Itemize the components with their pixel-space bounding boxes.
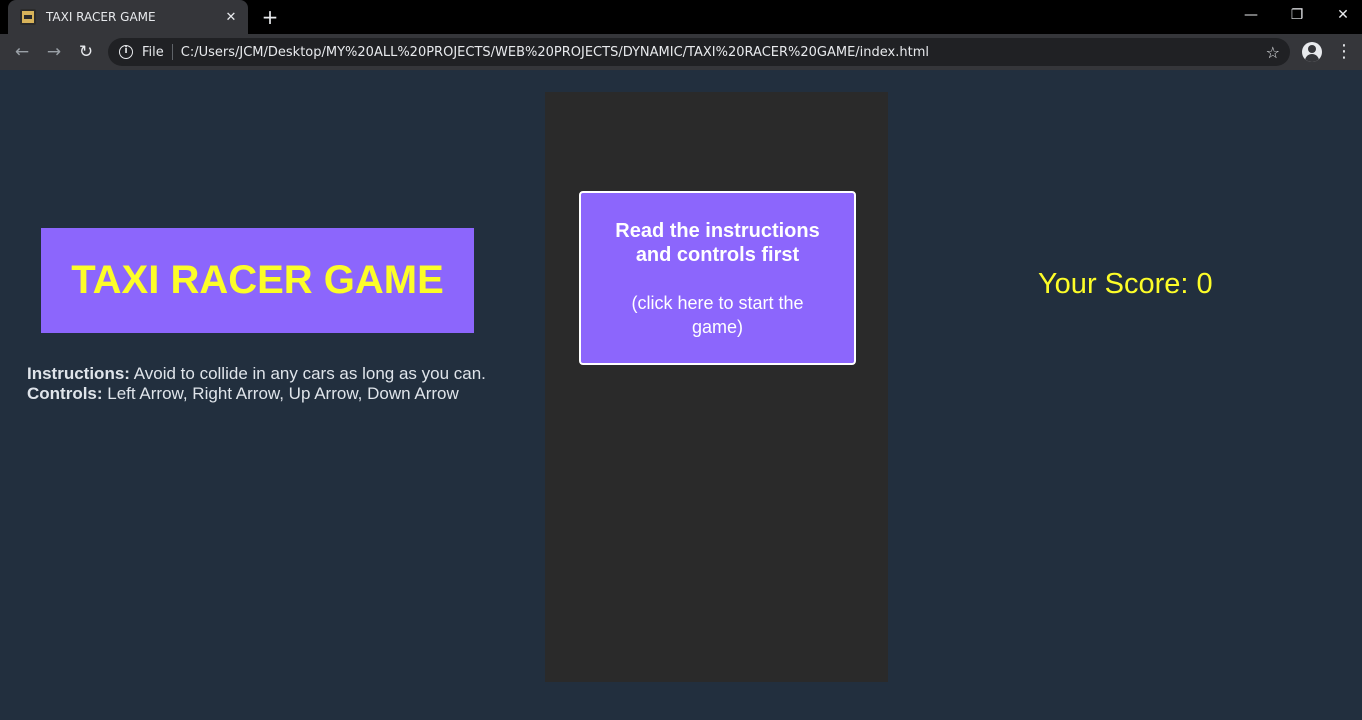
instructions-block: Instructions: Avoid to collide in any ca… bbox=[27, 364, 486, 404]
controls-label: Controls: bbox=[27, 384, 103, 403]
address-bar[interactable]: i File C:/Users/JCM/Desktop/MY%20ALL%20P… bbox=[108, 38, 1290, 66]
minimize-button[interactable]: — bbox=[1228, 4, 1274, 26]
taxi-favicon-icon bbox=[20, 9, 36, 25]
browser-titlebar: TAXI RACER GAME ✕ + — ❐ ✕ bbox=[0, 0, 1362, 34]
restore-button[interactable]: ❐ bbox=[1274, 4, 1320, 26]
start-click-text: (click here to start the game) bbox=[631, 293, 804, 337]
browser-tab[interactable]: TAXI RACER GAME ✕ bbox=[8, 0, 248, 34]
start-instruction-text: Read the instructions and controls first bbox=[615, 220, 820, 266]
url-text[interactable]: C:/Users/JCM/Desktop/MY%20ALL%20PROJECTS… bbox=[181, 45, 1266, 60]
start-game-button[interactable]: Read the instructions and controls first… bbox=[579, 191, 856, 365]
close-tab-icon[interactable]: ✕ bbox=[220, 10, 242, 25]
game-title: TAXI RACER GAME bbox=[41, 228, 474, 333]
controls-line: Controls: Left Arrow, Right Arrow, Up Ar… bbox=[27, 384, 486, 404]
new-tab-button[interactable]: + bbox=[259, 6, 281, 28]
more-menu-icon[interactable]: ⋮ bbox=[1334, 40, 1354, 64]
back-arrow-icon[interactable]: ← bbox=[10, 40, 34, 64]
scheme-label: File bbox=[142, 44, 164, 60]
game-road bbox=[545, 92, 888, 682]
bookmark-star-icon[interactable]: ☆ bbox=[1266, 43, 1280, 62]
address-separator bbox=[171, 44, 173, 60]
forward-arrow-icon[interactable]: → bbox=[42, 40, 66, 64]
profile-avatar-icon[interactable] bbox=[1302, 42, 1322, 62]
browser-toolbar: ← → ↻ i File C:/Users/JCM/Desktop/MY%20A… bbox=[0, 34, 1362, 70]
info-icon[interactable]: i bbox=[119, 45, 133, 59]
controls-text: Left Arrow, Right Arrow, Up Arrow, Down … bbox=[102, 384, 459, 403]
score-display: Your Score: 0 bbox=[1038, 268, 1213, 300]
instructions-line: Instructions: Avoid to collide in any ca… bbox=[27, 364, 486, 384]
reload-icon[interactable]: ↻ bbox=[74, 40, 98, 64]
tab-title: TAXI RACER GAME bbox=[46, 10, 156, 24]
close-window-button[interactable]: ✕ bbox=[1320, 4, 1362, 26]
instructions-text: Avoid to collide in any cars as long as … bbox=[129, 364, 486, 383]
instructions-label: Instructions: bbox=[27, 364, 130, 383]
